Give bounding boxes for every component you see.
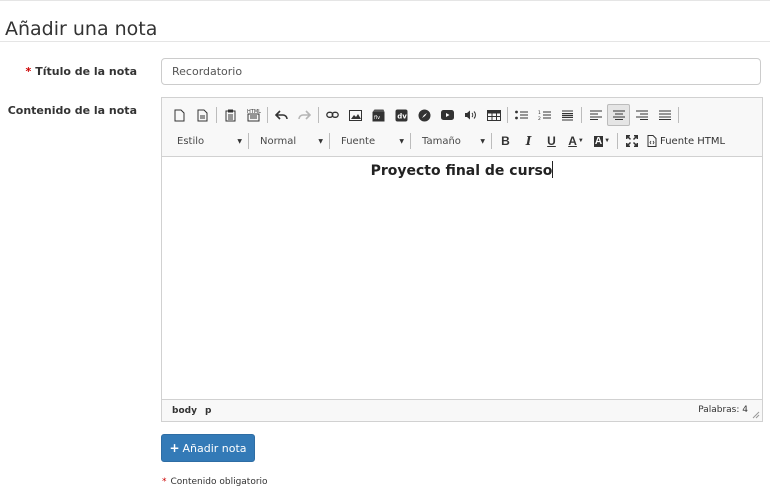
style-select-value: Estilo xyxy=(177,135,205,147)
horizontal-rule-icon[interactable] xyxy=(556,104,579,126)
maximize-icon[interactable] xyxy=(620,130,643,152)
text-cursor xyxy=(552,161,554,178)
redo-icon[interactable] xyxy=(293,104,316,126)
chevron-down-icon: ▼ xyxy=(237,137,242,145)
font-select[interactable]: Fuente ▼ xyxy=(332,131,408,151)
resize-grip-icon[interactable] xyxy=(752,411,760,419)
chevron-down-icon: ▼ xyxy=(577,138,584,144)
element-path: body p xyxy=(172,406,219,416)
rich-text-editor: HTML flv dv 1 2 Estilo ▼ Normal ▼ Fuente… xyxy=(161,97,763,422)
editor-content-text: Proyecto final de curso xyxy=(370,163,553,179)
source-label: Fuente HTML xyxy=(660,135,726,147)
bulleted-list-icon[interactable] xyxy=(510,104,533,126)
editor-status-bar: body p Palabras: 4 xyxy=(162,399,762,421)
toolbar-separator xyxy=(248,133,249,149)
title-divider xyxy=(0,41,770,42)
toolbar-row-1: HTML flv dv 1 2 xyxy=(168,104,681,126)
link-icon[interactable] xyxy=(321,104,344,126)
image-icon[interactable] xyxy=(344,104,367,126)
svg-text:dv: dv xyxy=(397,112,407,120)
svg-text:1: 1 xyxy=(538,110,541,116)
new-page-icon[interactable] xyxy=(168,104,191,126)
source-button[interactable]: Fuente HTML xyxy=(643,130,729,152)
word-count: Palabras: 4 xyxy=(698,405,748,415)
align-justify-icon[interactable] xyxy=(653,104,676,126)
editor-toolbar: HTML flv dv 1 2 Estilo ▼ Normal ▼ Fuente… xyxy=(162,98,762,157)
size-select-value: Tamaño xyxy=(422,135,461,147)
required-field-note: * Contenido obligatorio xyxy=(162,477,268,487)
content-label: Contenido de la nota xyxy=(7,104,137,117)
add-note-label: Añadir nota xyxy=(182,441,247,455)
required-note-text: Contenido obligatorio xyxy=(170,477,268,487)
svg-text:flv: flv xyxy=(374,115,380,121)
audio-icon[interactable] xyxy=(459,104,482,126)
style-select[interactable]: Estilo ▼ xyxy=(168,131,246,151)
toolbar-separator xyxy=(507,107,508,123)
page-title: Añadir una nota xyxy=(5,18,158,40)
toolbar-separator xyxy=(329,133,330,149)
chevron-down-icon: ▼ xyxy=(480,137,485,145)
toolbar-separator xyxy=(617,133,618,149)
compass-icon[interactable] xyxy=(413,104,436,126)
background-color-icon: A xyxy=(593,135,604,147)
path-item-p[interactable]: p xyxy=(205,406,211,416)
chevron-down-icon: ▼ xyxy=(604,138,611,144)
title-label-text: Título de la nota xyxy=(35,65,137,78)
paste-icon[interactable] xyxy=(219,104,242,126)
editor-content-area[interactable]: Proyecto final de curso xyxy=(162,158,762,399)
bold-button[interactable]: B xyxy=(494,130,517,152)
background-color-button[interactable]: A ▼ xyxy=(589,130,615,152)
format-select[interactable]: Normal ▼ xyxy=(251,131,327,151)
paste-from-word-icon[interactable]: HTML xyxy=(242,104,265,126)
chevron-down-icon: ▼ xyxy=(399,137,404,145)
text-color-icon: A xyxy=(568,134,577,148)
top-divider xyxy=(0,0,770,1)
toolbar-row-2: Estilo ▼ Normal ▼ Fuente ▼ Tamaño ▼ B I U A ▼… xyxy=(168,130,729,152)
toolbar-separator xyxy=(318,107,319,123)
size-select[interactable]: Tamaño ▼ xyxy=(413,131,489,151)
source-icon xyxy=(647,135,657,147)
align-center-icon[interactable] xyxy=(607,104,630,126)
media-embed-icon[interactable]: dv xyxy=(390,104,413,126)
text-color-button[interactable]: A ▼ xyxy=(563,130,589,152)
toolbar-separator xyxy=(216,107,217,123)
italic-button[interactable]: I xyxy=(517,130,540,152)
undo-icon[interactable] xyxy=(270,104,293,126)
required-asterisk: * xyxy=(162,477,167,487)
svg-text:2: 2 xyxy=(538,116,541,121)
toolbar-separator xyxy=(267,107,268,123)
plus-icon: + xyxy=(169,441,180,455)
numbered-list-icon[interactable]: 12 xyxy=(533,104,556,126)
title-input[interactable]: Recordatorio xyxy=(161,58,761,85)
path-item-body[interactable]: body xyxy=(172,406,197,416)
youtube-icon[interactable] xyxy=(436,104,459,126)
format-select-value: Normal xyxy=(260,135,297,147)
add-note-button[interactable]: + Añadir nota xyxy=(161,434,255,462)
flash-video-icon[interactable]: flv xyxy=(367,104,390,126)
align-right-icon[interactable] xyxy=(630,104,653,126)
toolbar-separator xyxy=(491,133,492,149)
required-asterisk: * xyxy=(25,65,32,78)
table-icon[interactable] xyxy=(482,104,505,126)
toolbar-separator xyxy=(581,107,582,123)
chevron-down-icon: ▼ xyxy=(318,137,323,145)
font-select-value: Fuente xyxy=(341,135,376,147)
templates-icon[interactable] xyxy=(191,104,214,126)
toolbar-separator xyxy=(678,107,679,123)
toolbar-separator xyxy=(410,133,411,149)
underline-button[interactable]: U xyxy=(540,130,563,152)
align-left-icon[interactable] xyxy=(584,104,607,126)
title-label: * Título de la nota xyxy=(25,65,137,78)
